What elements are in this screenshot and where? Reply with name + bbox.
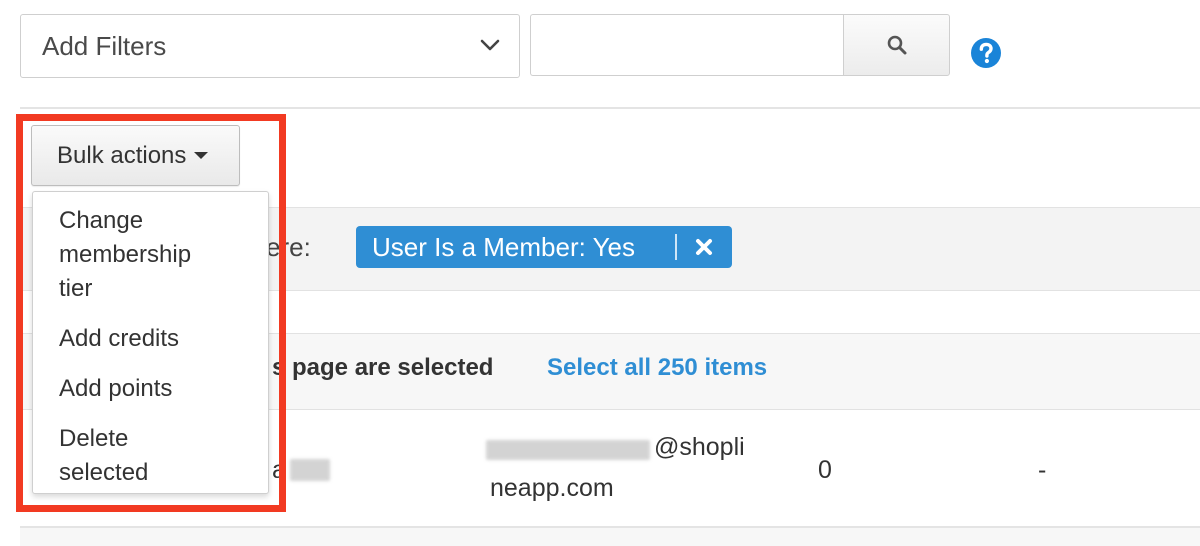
menu-item-delete-selected[interactable]: Delete selected [33,422,183,490]
search-button[interactable] [843,14,950,76]
bulk-actions-menu: Change membership tier Add credits Add p… [32,191,269,494]
add-filters-dropdown[interactable]: Add Filters [20,14,520,78]
menu-item-add-credits[interactable]: Add credits [33,322,268,356]
search-icon [887,35,906,55]
filters-where-text: ere: [266,232,311,262]
search-input[interactable] [530,14,844,76]
bulk-actions-button[interactable]: Bulk actions [31,125,240,186]
row-empty-value: - [1038,456,1047,484]
table-footer [20,528,1200,546]
selection-status: s page are selected [272,354,494,381]
row-name: a [272,456,286,484]
chevron-down-icon [480,39,500,51]
add-filters-label: Add Filters [42,30,167,61]
filter-chip-label: User Is a Member: Yes [372,231,635,262]
menu-item-add-points[interactable]: Add points [33,372,268,406]
chip-separator [675,234,677,260]
row-email-line1: @shopli [654,433,745,461]
row-email-line2: neapp.com [490,474,614,502]
row-value: 0 [818,456,832,484]
caret-down-icon [194,152,209,159]
redacted-email [486,440,650,460]
divider [20,107,1200,109]
select-all-link[interactable]: Select all 250 items [547,354,767,382]
menu-item-change-membership-tier[interactable]: Change membership tier [33,204,233,306]
question-circle-icon[interactable] [970,37,1002,69]
filter-chip-user-is-member: User Is a Member: Yes [356,226,732,268]
redacted-name [290,459,330,481]
remove-filter-icon[interactable] [694,237,714,257]
bulk-actions-label: Bulk actions [57,141,187,169]
